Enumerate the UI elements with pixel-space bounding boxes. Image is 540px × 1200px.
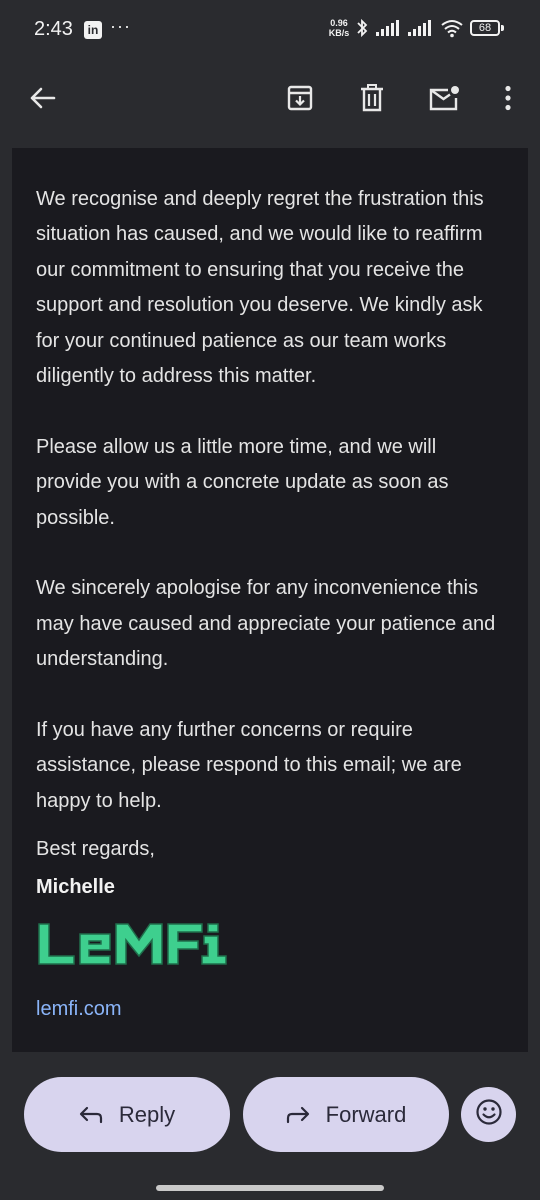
- email-paragraph: If you have any further concerns or requ…: [36, 719, 462, 812]
- network-speed: 0.96 KB/s: [326, 18, 352, 38]
- email-paragraph: We sincerely apologise for any inconveni…: [36, 577, 496, 671]
- delete-button[interactable]: [350, 78, 394, 122]
- reply-button[interactable]: Reply: [24, 1077, 230, 1152]
- wifi-icon: [440, 18, 464, 43]
- battery-level: 68: [470, 20, 500, 36]
- archive-button[interactable]: [278, 78, 322, 122]
- linkedin-icon: in: [84, 21, 102, 39]
- reply-label: Reply: [118, 1101, 176, 1127]
- network-speed-unit: KB/s: [328, 28, 350, 38]
- email-toolbar: [0, 60, 540, 140]
- closing-text: Best regards,: [36, 838, 155, 860]
- forward-arrow-icon: [286, 1106, 310, 1124]
- email-paragraph: Please allow us a little more time, and …: [36, 435, 449, 529]
- mark-unread-icon: [428, 84, 460, 117]
- status-bar: 2:43 in ··· 0.96 KB/s 68: [0, 0, 540, 60]
- reply-arrow-icon: [79, 1106, 103, 1124]
- forward-label: Forward: [325, 1101, 407, 1127]
- email-body: We recognise and deeply regret the frust…: [36, 182, 506, 855]
- status-time: 2:43: [34, 18, 73, 40]
- network-speed-value: 0.96: [330, 18, 348, 28]
- email-body-card: We recognise and deeply regret the frust…: [12, 148, 528, 1052]
- signal-strength-icon-2: [408, 18, 434, 43]
- signal-strength-icon: [376, 18, 402, 43]
- signer-name: Michelle: [36, 876, 115, 898]
- bluetooth-icon: [356, 18, 368, 43]
- mark-unread-button[interactable]: [422, 78, 466, 122]
- gesture-home-bar[interactable]: [156, 1185, 384, 1191]
- lemfi-logo: [36, 920, 258, 968]
- more-notifications-icon: ···: [110, 16, 131, 36]
- back-button[interactable]: [20, 78, 64, 122]
- more-options-button[interactable]: [486, 78, 530, 122]
- smiley-icon: [475, 1098, 503, 1131]
- battery-icon: [501, 25, 504, 31]
- delete-icon: [359, 83, 385, 117]
- email-paragraph: We recognise and deeply regret the frust…: [36, 188, 484, 388]
- back-arrow-icon: [28, 86, 56, 115]
- archive-icon: [286, 84, 314, 117]
- emoji-reaction-button[interactable]: [461, 1087, 516, 1142]
- more-vert-icon: [504, 85, 512, 116]
- lemfi-website-link[interactable]: lemfi.com: [36, 998, 122, 1021]
- forward-button[interactable]: Forward: [243, 1077, 449, 1152]
